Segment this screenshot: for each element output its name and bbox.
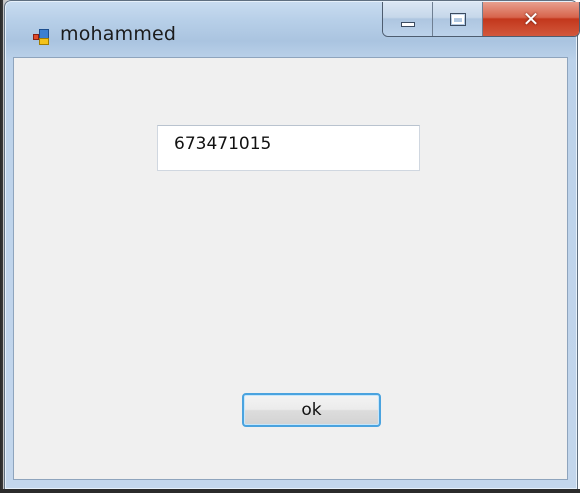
title-bar[interactable]: mohammed ✕ xyxy=(5,1,580,57)
minimize-icon xyxy=(400,21,415,27)
maximize-icon xyxy=(449,12,466,26)
form-client-area: 673471015 ok xyxy=(13,57,568,480)
ok-button[interactable]: ok xyxy=(242,393,381,427)
close-button[interactable]: ✕ xyxy=(483,2,579,36)
app-window-icon[interactable] xyxy=(33,29,49,45)
maximize-button[interactable] xyxy=(433,2,483,36)
window-title: mohammed xyxy=(60,23,177,45)
dialog-window: mohammed ✕ 673471015 ok xyxy=(4,0,580,490)
desktop-background-bottom xyxy=(0,489,580,493)
minimize-button[interactable] xyxy=(383,2,433,36)
window-controls: ✕ xyxy=(382,2,580,37)
close-icon: ✕ xyxy=(522,7,540,31)
number-textbox[interactable]: 673471015 xyxy=(157,125,420,171)
